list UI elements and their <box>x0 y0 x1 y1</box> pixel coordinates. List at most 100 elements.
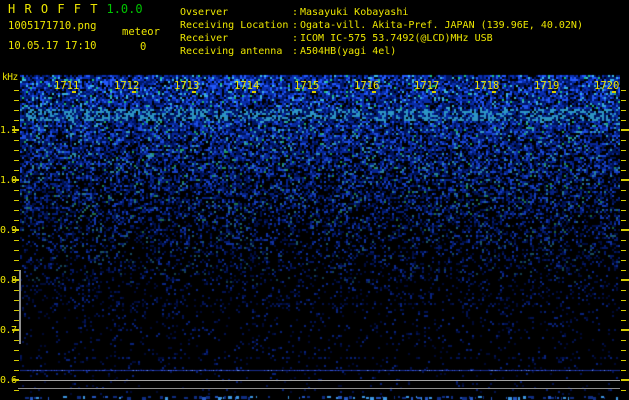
y-axis-minor-tick-right <box>621 350 626 351</box>
info-value: Ogata-vill. Akita-Pref. JAPAN (139.96E, … <box>300 20 583 31</box>
y-axis-minor-tick-right <box>621 250 626 251</box>
info-label: Receiver <box>180 33 229 44</box>
y-axis-major-tick <box>12 379 19 381</box>
y-axis-major-tick <box>12 129 19 131</box>
y-axis-minor-tick-right <box>621 140 626 141</box>
info-label: Receiving Location <box>180 20 289 31</box>
app-title: H R O F F T <box>8 2 99 16</box>
x-axis-tick <box>132 91 136 93</box>
y-axis-major-tick <box>12 179 19 181</box>
y-axis-minor-tick <box>14 360 19 361</box>
y-axis-major-tick-right <box>621 329 629 331</box>
y-axis-minor-tick-right <box>621 110 626 111</box>
y-axis-minor-tick-right <box>621 150 626 151</box>
x-axis-tick <box>192 91 196 93</box>
y-axis-minor-tick <box>14 140 19 141</box>
x-axis-tick <box>432 91 436 93</box>
y-axis-minor-tick-right <box>621 200 626 201</box>
y-axis-minor-tick-right <box>621 310 626 311</box>
y-axis-minor-tick-right <box>621 90 626 91</box>
echo-count: 0 <box>140 41 147 53</box>
y-axis-minor-tick <box>14 170 19 171</box>
info-value: ICOM IC-575 53.7492(@LCD)MHz USB <box>300 33 493 44</box>
y-axis-minor-tick <box>14 120 19 121</box>
y-axis-minor-tick-right <box>621 390 626 391</box>
y-axis-minor-tick-right <box>621 320 626 321</box>
y-axis-minor-tick-right <box>621 370 626 371</box>
observation-mode: meteor <box>122 26 160 38</box>
y-axis-minor-tick-right <box>621 360 626 361</box>
y-axis-major-tick <box>12 329 19 331</box>
x-axis-tick <box>372 91 376 93</box>
y-axis-minor-tick-right <box>621 170 626 171</box>
info-row-receiver: Receiver: ICOM IC-575 53.7492(@LCD)MHz US… <box>180 32 583 45</box>
y-axis-minor-tick-right <box>621 190 626 191</box>
output-filename: 1005171710.png <box>8 20 97 32</box>
y-axis-minor-tick <box>14 150 19 151</box>
info-label: Receiving antenna <box>180 46 283 57</box>
y-axis-minor-tick <box>14 100 19 101</box>
app-version: 1.0.0 <box>106 2 143 16</box>
y-axis-minor-tick-right <box>621 260 626 261</box>
y-axis-minor-tick <box>14 110 19 111</box>
y-axis-minor-tick <box>14 240 19 241</box>
info-value: A504HB(yagi 4el) <box>300 46 397 57</box>
y-axis-major-tick <box>12 229 19 231</box>
y-axis-minor-tick-right <box>621 270 626 271</box>
y-axis-minor-tick-right <box>621 300 626 301</box>
x-axis-tick <box>312 91 316 93</box>
info-separator: : <box>291 7 299 18</box>
y-axis-major-tick-right <box>621 129 629 131</box>
y-axis-minor-tick-right <box>621 210 626 211</box>
y-axis-minor-tick <box>14 220 19 221</box>
info-separator: : <box>291 20 299 31</box>
y-axis-minor-tick <box>14 320 19 321</box>
info-row-antenna: Receiving antenna: A504HB(yagi 4el) <box>180 45 583 58</box>
app-title-line: H R O F F T 1.0.0 <box>8 2 143 16</box>
y-axis-major-tick-right <box>621 379 629 381</box>
x-axis-tick <box>492 91 496 93</box>
info-separator: : <box>291 46 299 57</box>
y-axis-minor-tick-right <box>621 160 626 161</box>
y-axis-minor-tick <box>14 160 19 161</box>
info-separator: : <box>291 33 299 44</box>
y-axis-minor-tick <box>14 310 19 311</box>
y-axis-unit-label: kHz <box>2 72 18 83</box>
x-axis-tick <box>612 91 616 93</box>
info-label: Ovserver <box>180 7 229 18</box>
reference-line-upper <box>18 380 620 381</box>
spectrogram-canvas <box>20 62 620 400</box>
y-axis-minor-tick-right <box>621 290 626 291</box>
y-axis-minor-tick <box>14 300 19 301</box>
x-axis-tick <box>72 91 76 93</box>
y-axis-major-tick-right <box>621 279 629 281</box>
y-axis-minor-tick <box>14 390 19 391</box>
y-axis-minor-tick-right <box>621 220 626 221</box>
y-axis-minor-tick <box>14 340 19 341</box>
info-row-observer: Ovserver: Masayuki Kobayashi <box>180 6 583 19</box>
y-axis-minor-tick <box>14 210 19 211</box>
reference-line-lower <box>18 388 620 389</box>
station-info: Ovserver: Masayuki Kobayashi Receiving Lo… <box>180 6 583 58</box>
y-axis-minor-tick <box>14 290 19 291</box>
y-axis-major-tick-right <box>621 179 629 181</box>
y-axis-minor-tick-right <box>621 100 626 101</box>
x-axis-tick <box>252 91 256 93</box>
info-row-location: Receiving Location: Ogata-vill. Akita-Pre… <box>180 19 583 32</box>
info-value: Masayuki Kobayashi <box>300 7 409 18</box>
y-axis-major-tick-right <box>621 229 629 231</box>
y-axis-minor-tick <box>14 250 19 251</box>
y-axis-minor-tick <box>14 350 19 351</box>
y-axis-minor-tick <box>14 190 19 191</box>
y-axis-major-tick <box>12 279 19 281</box>
y-axis-minor-tick-right <box>621 120 626 121</box>
left-edge-marker-line <box>19 270 21 344</box>
y-axis-minor-tick <box>14 270 19 271</box>
y-axis-minor-tick <box>14 370 19 371</box>
y-axis-minor-tick <box>14 260 19 261</box>
y-axis-minor-tick <box>14 90 19 91</box>
y-axis-minor-tick-right <box>621 340 626 341</box>
observation-datetime: 10.05.17 17:10 <box>8 40 97 52</box>
y-axis-minor-tick-right <box>621 240 626 241</box>
y-axis-minor-tick <box>14 200 19 201</box>
